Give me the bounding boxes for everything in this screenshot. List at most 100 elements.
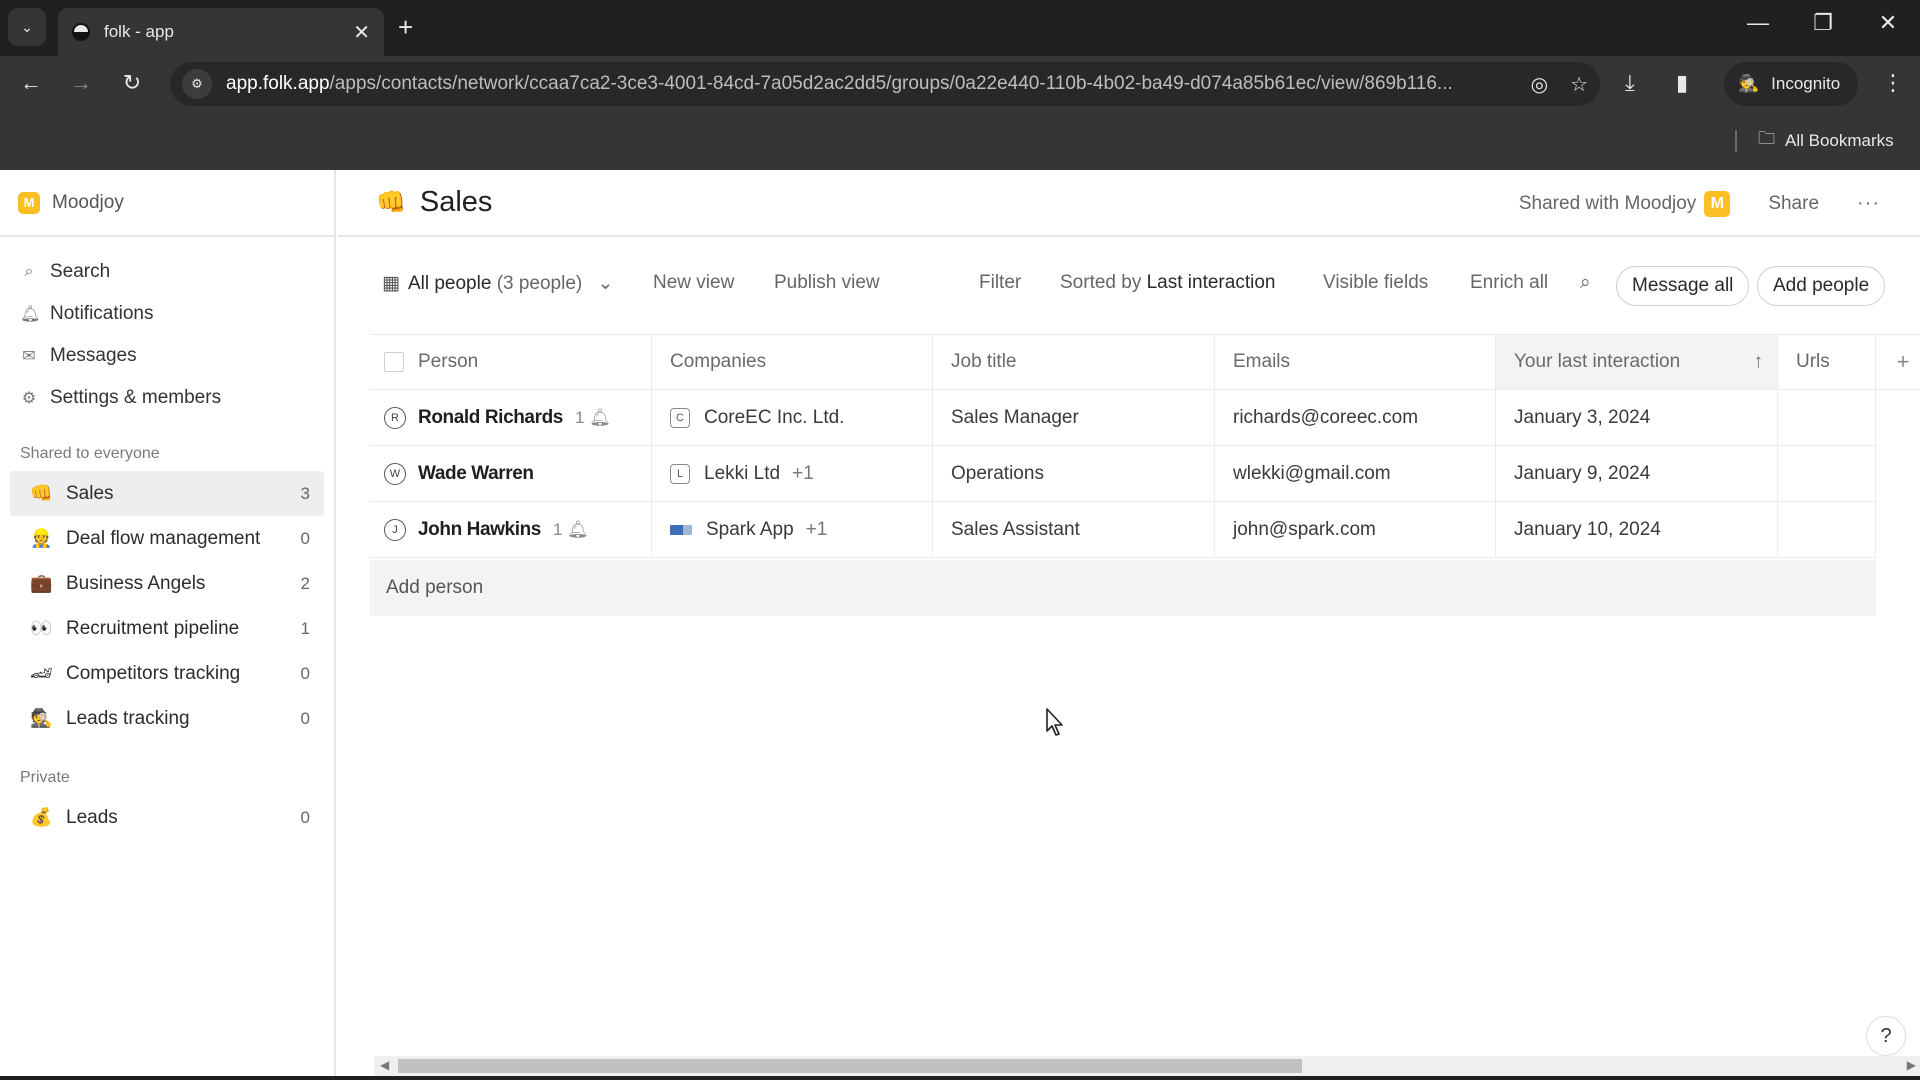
sidebar-item-settings[interactable]: ⚙ Settings & members [0, 377, 334, 419]
sidebar-group-sales[interactable]: 👊 Sales 3 [10, 471, 324, 516]
email-cell[interactable]: wlekki@gmail.com [1215, 446, 1496, 501]
last-interaction-cell[interactable]: January 3, 2024 [1496, 390, 1778, 445]
browser-tab[interactable]: folk - app ✕ [58, 8, 384, 56]
company-logo [670, 524, 692, 535]
briefcase-icon: 💼 [30, 573, 53, 593]
sort-button[interactable]: Sorted by Last interaction [1060, 272, 1275, 294]
sidebar-item-search[interactable]: ⌕ Search [0, 251, 334, 293]
table-row[interactable]: W Wade Warren L Lekki Ltd +1 Operations … [370, 446, 1876, 502]
close-window-icon[interactable]: ✕ [1868, 10, 1908, 36]
job-title-cell[interactable]: Sales Assistant [933, 502, 1215, 557]
person-name[interactable]: Wade Warren [418, 463, 534, 485]
reload-icon[interactable]: ↻ [117, 70, 147, 96]
table-row[interactable]: J John Hawkins 1 🔔︎ Spark App +1 Sales A… [370, 502, 1876, 558]
job-title-cell[interactable]: Operations [933, 446, 1215, 501]
sort-ascending-icon[interactable]: ↑ [1754, 351, 1764, 373]
eye-off-icon[interactable]: ◎ [1531, 72, 1548, 97]
company-cell[interactable]: C CoreEC Inc. Ltd. [652, 390, 933, 445]
sidebar-group-deal-flow[interactable]: 👷 Deal flow management 0 [10, 516, 324, 561]
column-header-job-title[interactable]: Job title [933, 335, 1215, 389]
help-button[interactable]: ? [1866, 1016, 1906, 1056]
browser-titlebar: ⌄ folk - app ✕ + — ❐ ✕ [0, 0, 1920, 56]
last-interaction-cell[interactable]: January 10, 2024 [1496, 502, 1778, 557]
message-all-button[interactable]: Message all [1616, 266, 1750, 306]
side-panel-icon[interactable]: ▮ [1676, 70, 1688, 96]
add-person-button[interactable]: Add person [370, 560, 1876, 616]
select-all-checkbox[interactable] [384, 352, 404, 372]
view-count: (3 people) [496, 273, 583, 294]
column-header-urls[interactable]: Urls [1778, 335, 1876, 389]
incognito-icon: 🕵 [1738, 74, 1760, 93]
sidebar-group-recruitment[interactable]: 👀 Recruitment pipeline 1 [10, 606, 324, 651]
forward-icon[interactable]: → [66, 70, 96, 96]
company-cell[interactable]: L Lekki Ltd +1 [652, 446, 933, 501]
reminder-count[interactable]: 1 🔔︎ [553, 520, 589, 540]
visible-fields-button[interactable]: Visible fields [1323, 272, 1428, 294]
sidebar-group-leads-tracking[interactable]: 🕵 Leads tracking 0 [10, 696, 324, 741]
person-cell[interactable]: W Wade Warren [370, 446, 652, 501]
star-icon[interactable]: ☆ [1570, 72, 1588, 97]
view-selector[interactable]: ▦ All people (3 people) ⌄ [382, 272, 613, 295]
more-options-icon[interactable]: ··· [1857, 192, 1880, 215]
urls-cell[interactable] [1778, 446, 1876, 501]
urls-cell[interactable] [1778, 390, 1876, 445]
add-column-button[interactable]: + [1876, 335, 1920, 389]
horizontal-scrollbar[interactable]: ◀ ▶ [374, 1056, 1920, 1076]
url-text[interactable]: app.folk.app/apps/contacts/network/ccaa7… [226, 73, 1509, 95]
workspace-switcher[interactable]: M Moodjoy [0, 170, 334, 237]
person-cell[interactable]: R Ronald Richards 1 🔔︎ [370, 390, 652, 445]
column-header-last-interaction[interactable]: Your last interaction ↑ [1496, 335, 1778, 389]
sidebar-item-notifications[interactable]: 🔔︎ Notifications [0, 293, 334, 335]
enrich-all-button[interactable]: Enrich all [1470, 272, 1548, 294]
search-icon[interactable]: ⌕ [1580, 272, 1591, 294]
close-tab-icon[interactable]: ✕ [353, 20, 370, 45]
urls-cell[interactable] [1778, 502, 1876, 557]
sidebar-group-leads[interactable]: 💰 Leads 0 [10, 795, 324, 840]
last-interaction-cell[interactable]: January 9, 2024 [1496, 446, 1778, 501]
sorted-prefix: Sorted by [1060, 272, 1142, 293]
company-extra-count: +1 [792, 462, 814, 484]
browser-menu-icon[interactable]: ⋮ [1882, 70, 1904, 96]
restore-icon[interactable]: ❐ [1803, 10, 1843, 36]
job-title-cell[interactable]: Sales Manager [933, 390, 1215, 445]
site-info-icon[interactable]: ⚙ [182, 69, 212, 99]
sidebar-group-competitors[interactable]: 🏎 Competitors tracking 0 [10, 651, 324, 696]
scrollbar-thumb[interactable] [398, 1059, 1302, 1073]
group-label: Deal flow management [66, 527, 261, 549]
person-name[interactable]: Ronald Richards [418, 407, 563, 429]
download-icon[interactable]: ⤓ [1625, 70, 1635, 96]
publish-view-button[interactable]: Publish view [774, 272, 880, 294]
page-title[interactable]: Sales [420, 186, 493, 219]
scroll-left-icon[interactable]: ◀ [380, 1058, 389, 1072]
add-people-button[interactable]: Add people [1757, 266, 1886, 306]
table-row[interactable]: R Ronald Richards 1 🔔︎ C CoreEC Inc. Ltd… [370, 390, 1876, 446]
company-cell[interactable]: Spark App +1 [652, 502, 933, 557]
email-cell[interactable]: richards@coreec.com [1215, 390, 1496, 445]
person-cell[interactable]: J John Hawkins 1 🔔︎ [370, 502, 652, 557]
column-header-companies[interactable]: Companies [652, 335, 933, 389]
filter-button[interactable]: Filter [979, 272, 1021, 294]
column-header-person[interactable]: Person [370, 335, 652, 389]
scroll-right-icon[interactable]: ▶ [1907, 1058, 1916, 1072]
view-toolbar: ▦ All people (3 people) ⌄ New view Publis… [338, 266, 1920, 306]
email-cell[interactable]: john@spark.com [1215, 502, 1496, 557]
group-count: 1 [300, 618, 310, 638]
share-button[interactable]: Share [1768, 193, 1819, 215]
new-tab-button[interactable]: + [398, 12, 413, 43]
column-label: Person [418, 351, 479, 372]
sidebar-group-business-angels[interactable]: 💼 Business Angels 2 [10, 561, 324, 606]
person-name[interactable]: John Hawkins [418, 519, 541, 541]
all-bookmarks-button[interactable]: 🗀 All Bookmarks [1758, 126, 1894, 155]
minimize-icon[interactable]: — [1738, 10, 1778, 36]
new-view-button[interactable]: New view [653, 272, 734, 294]
group-count: 0 [300, 663, 310, 683]
bookmarks-bar: 🗀 All Bookmarks [0, 112, 1920, 170]
address-bar[interactable]: ⚙ app.folk.app/apps/contacts/network/cca… [170, 62, 1600, 106]
tab-list-button[interactable]: ⌄ [8, 8, 46, 46]
shared-with-label[interactable]: Shared with Moodjoy [1519, 193, 1696, 215]
back-icon[interactable]: ← [16, 70, 46, 96]
column-header-emails[interactable]: Emails [1215, 335, 1496, 389]
sidebar-item-messages[interactable]: ✉ Messages [0, 335, 334, 377]
reminder-count[interactable]: 1 🔔︎ [575, 408, 611, 428]
incognito-badge[interactable]: 🕵 Incognito [1724, 62, 1858, 106]
